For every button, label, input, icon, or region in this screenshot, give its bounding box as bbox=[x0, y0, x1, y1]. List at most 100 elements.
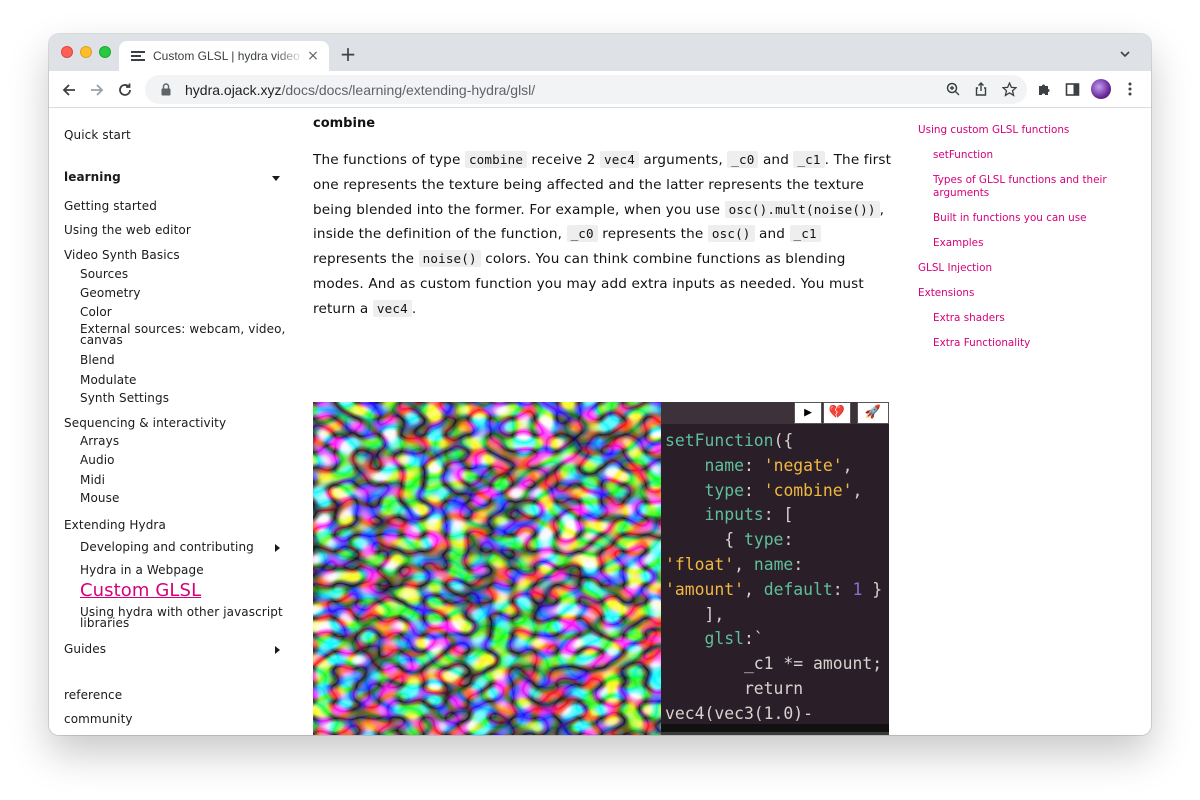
toc-extra-shaders[interactable]: Extra shaders bbox=[933, 312, 1005, 325]
toc-extensions[interactable]: Extensions bbox=[918, 287, 974, 300]
nav-community[interactable]: community bbox=[64, 712, 133, 726]
toc-examples[interactable]: Examples bbox=[933, 237, 984, 250]
inline-code: _c1 bbox=[793, 151, 825, 168]
code-token: , bbox=[743, 579, 764, 599]
nav-color[interactable]: Color bbox=[80, 305, 112, 319]
para-text: The functions of type bbox=[313, 152, 465, 168]
code-token: name bbox=[665, 455, 744, 475]
nav-blend[interactable]: Blend bbox=[80, 353, 115, 367]
toc-extra-functionality[interactable]: Extra Functionality bbox=[933, 337, 1030, 350]
hydra-output-canvas[interactable] bbox=[313, 402, 661, 735]
nav-audio[interactable]: Audio bbox=[80, 453, 115, 467]
nav-hydra-in-webpage[interactable]: Hydra in a Webpage bbox=[80, 563, 204, 577]
url-text[interactable]: hydra.ojack.xyz/docs/docs/learning/exten… bbox=[185, 82, 535, 98]
console-input[interactable]: >> bbox=[661, 724, 889, 735]
tab-search-chevron-icon[interactable] bbox=[1119, 48, 1131, 60]
toc-glsl-injection[interactable]: GLSL Injection bbox=[918, 262, 992, 275]
inline-code: _c0 bbox=[727, 151, 759, 168]
nav-quick-start[interactable]: Quick start bbox=[64, 128, 131, 142]
active-tab[interactable]: Custom GLSL | hydra video synth × bbox=[119, 41, 329, 71]
inline-code: vec4 bbox=[372, 299, 412, 317]
forward-button[interactable] bbox=[86, 79, 108, 101]
code-token: _c1 *= amount; bbox=[665, 654, 883, 674]
tab-title: Custom GLSL | hydra video synth bbox=[153, 49, 305, 63]
nav-other-libraries-line2[interactable]: libraries bbox=[80, 617, 129, 629]
code-token: : bbox=[832, 579, 853, 599]
zoom-window-button[interactable] bbox=[99, 46, 111, 58]
toc-types-of-glsl[interactable]: Types of GLSL functions and their bbox=[933, 174, 1107, 187]
run-button[interactable]: ▶ bbox=[794, 402, 822, 424]
back-button[interactable] bbox=[58, 79, 80, 101]
nav-midi[interactable]: Midi bbox=[80, 473, 105, 487]
nav-arrays[interactable]: Arrays bbox=[80, 434, 119, 448]
forward-arrow-icon bbox=[91, 84, 104, 96]
nav-geometry[interactable]: Geometry bbox=[80, 286, 141, 300]
code-token: ({ bbox=[773, 431, 794, 450]
code-token: : bbox=[743, 455, 764, 475]
nav-guides[interactable]: Guides bbox=[64, 642, 106, 656]
inline-code: noise() bbox=[418, 250, 481, 268]
extensions-puzzle-icon[interactable] bbox=[1035, 80, 1053, 98]
address-bar[interactable]: hydra.ojack.xyz/docs/docs/learning/exten… bbox=[145, 75, 1027, 104]
caret-right-icon[interactable] bbox=[275, 544, 280, 552]
nav-external-sources-line2[interactable]: canvas bbox=[80, 334, 123, 346]
nav-sources[interactable]: Sources bbox=[80, 267, 128, 281]
code-token: : bbox=[793, 554, 804, 574]
code-token: { bbox=[665, 530, 744, 550]
toc-types-of-glsl-line2[interactable]: arguments bbox=[933, 187, 989, 200]
toc-using-custom-glsl[interactable]: Using custom GLSL functions bbox=[918, 124, 1069, 137]
code-token: 'amount' bbox=[665, 579, 744, 599]
nav-extending-hydra[interactable]: Extending Hydra bbox=[64, 518, 166, 532]
hydra-editor-demo: ▶ 💔 🚀 setFunction({ name: 'negate', type… bbox=[313, 402, 889, 735]
noise-pattern-image bbox=[313, 402, 661, 735]
code-token: setFunction bbox=[665, 431, 774, 450]
zoom-icon[interactable] bbox=[945, 81, 961, 97]
para-text: receive 2 bbox=[527, 152, 601, 168]
tab-close-icon[interactable]: × bbox=[305, 48, 321, 64]
clear-button[interactable]: 💔 bbox=[823, 402, 851, 424]
section-heading: combine bbox=[313, 116, 376, 131]
browser-menu-icon[interactable] bbox=[1121, 80, 1139, 98]
inline-code: combine bbox=[464, 151, 528, 168]
toc-setfunction[interactable]: setFunction bbox=[933, 149, 993, 162]
code-token: default bbox=[763, 579, 833, 599]
profile-avatar[interactable] bbox=[1091, 79, 1111, 99]
code-token: :` bbox=[743, 629, 764, 649]
share-icon[interactable] bbox=[973, 81, 989, 97]
nav-sequencing[interactable]: Sequencing & interactivity bbox=[64, 416, 226, 430]
nav-modulate[interactable]: Modulate bbox=[80, 373, 137, 387]
code-token: 'float' bbox=[665, 554, 735, 574]
nav-custom-glsl[interactable]: Custom GLSL bbox=[80, 580, 201, 601]
code-token: name bbox=[753, 554, 794, 574]
nav-getting-started[interactable]: Getting started bbox=[64, 199, 157, 213]
nav-reference[interactable]: reference bbox=[64, 688, 122, 702]
inline-code: vec4 bbox=[600, 151, 639, 168]
nav-mouse[interactable]: Mouse bbox=[80, 491, 119, 505]
code-token: ], bbox=[665, 604, 725, 624]
nav-synth-settings[interactable]: Synth Settings bbox=[80, 391, 169, 405]
nav-developing[interactable]: Developing and contributing bbox=[80, 540, 254, 554]
code-editor-panel[interactable]: ▶ 💔 🚀 setFunction({ name: 'negate', type… bbox=[661, 402, 889, 735]
code-block[interactable]: setFunction({ name: 'negate', type: 'com… bbox=[665, 429, 882, 727]
reload-button[interactable] bbox=[114, 79, 136, 101]
caret-down-icon[interactable] bbox=[272, 176, 280, 181]
new-tab-button[interactable]: + bbox=[338, 44, 358, 64]
para-text: represents the bbox=[597, 226, 708, 243]
side-panel-icon[interactable] bbox=[1063, 80, 1081, 98]
nav-learning[interactable]: learning bbox=[64, 170, 121, 184]
page-content: Quick start learning Getting started Usi… bbox=[49, 108, 1151, 735]
share-button[interactable]: 🚀 bbox=[857, 402, 889, 424]
code-token: } bbox=[862, 579, 883, 599]
nav-web-editor[interactable]: Using the web editor bbox=[64, 223, 191, 237]
close-window-button[interactable] bbox=[61, 46, 73, 58]
bookmark-star-icon[interactable] bbox=[1001, 81, 1017, 97]
document-icon bbox=[131, 49, 145, 63]
toc-built-in-functions[interactable]: Built in functions you can use bbox=[933, 212, 1087, 225]
minimize-window-button[interactable] bbox=[80, 46, 92, 58]
lock-icon[interactable] bbox=[159, 83, 173, 97]
code-token: return bbox=[665, 678, 804, 698]
nav-video-synth-basics[interactable]: Video Synth Basics bbox=[64, 248, 180, 262]
code-token: type bbox=[743, 530, 784, 550]
code-token: : bbox=[783, 530, 794, 550]
caret-right-icon[interactable] bbox=[275, 646, 280, 654]
